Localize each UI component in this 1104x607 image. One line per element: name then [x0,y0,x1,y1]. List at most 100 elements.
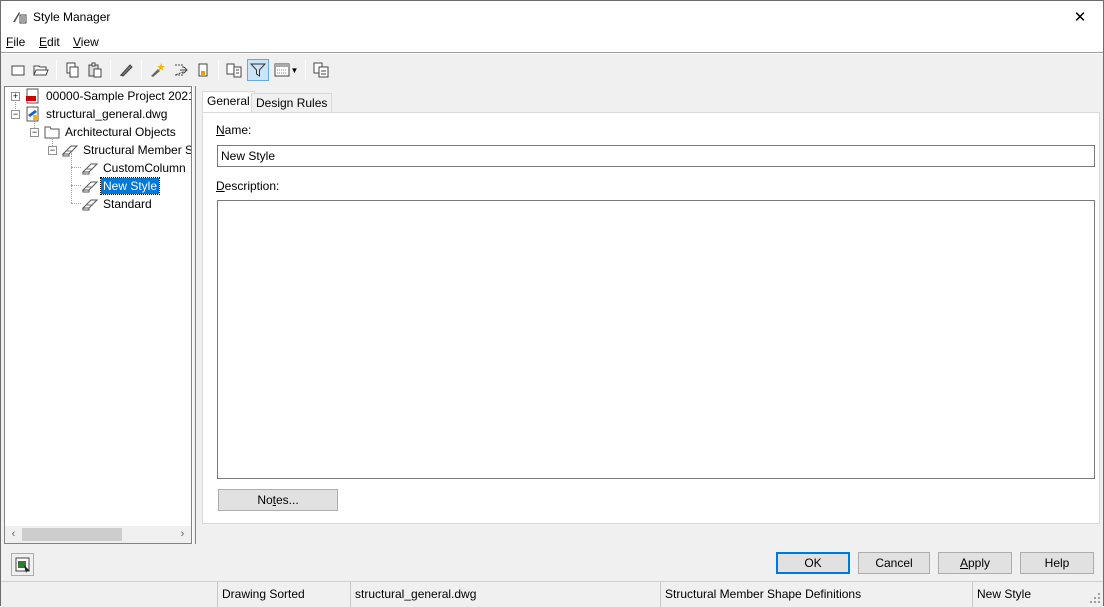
tree-item-label: Standard [103,197,152,211]
help-button[interactable]: Help [1020,552,1094,574]
tree-horizontal-scrollbar[interactable]: ‹ › [5,526,191,543]
tab-label: Design Rules [256,96,328,110]
tree-item-new-style[interactable]: New Style [82,177,161,195]
tree-item-label: New Style [99,177,161,195]
tree-item-drawing[interactable]: − structural_general.dwg [11,105,169,123]
toggle-view-button[interactable] [223,59,245,81]
edit-style-icon [120,64,133,77]
copy-button[interactable] [61,59,83,81]
inline-edit-button[interactable] [310,59,332,81]
tree-item-label: Structural Member Shape Definitions [83,143,191,157]
toggle-view-icon [15,557,30,573]
resize-grip-icon[interactable] [1089,592,1101,604]
view-options-icon [274,63,290,77]
apply-button[interactable]: Apply [938,552,1012,574]
status-drawing-name: structural_general.dwg [350,582,661,607]
tab-design-rules[interactable]: Design Rules [251,93,333,112]
name-field[interactable] [217,145,1095,167]
collapse-icon[interactable]: − [11,109,20,119]
new-style-button[interactable] [146,59,168,81]
tree-item-architectural-objects[interactable]: − Architectural Objects [30,123,178,141]
dialog-button-bar: OK Cancel Apply Help [1,546,1103,579]
view-options-dropdown[interactable]: ▼ [271,59,301,81]
close-icon: ✕ [1073,8,1087,26]
style-manager-app-icon [11,9,27,25]
copy-icon [66,62,79,78]
edit-style-button[interactable] [115,59,137,81]
tab-label: General [207,94,250,108]
close-button[interactable]: ✕ [1057,1,1103,32]
tree-connector [71,153,72,203]
tree-connector [71,167,81,168]
scrollbar-thumb[interactable] [22,528,122,541]
status-style-type: Structural Member Shape Definitions [660,582,972,607]
window-title: Style Manager [33,10,111,24]
scroll-left-icon[interactable]: ‹ [5,527,22,542]
toolbar-separator [305,60,306,80]
collapse-icon[interactable]: − [48,145,57,155]
filter-style-type-icon [250,63,266,77]
tree-item-sample-project[interactable]: + 00000-Sample Project 2021 [11,87,192,105]
set-from-button[interactable] [192,59,214,81]
toolbar: ▼ [1,55,1103,85]
style-manager-window: Style Manager ✕ File Edit View ▼ + 00000… [0,0,1104,607]
menu-file[interactable]: File [6,35,25,49]
notes-button[interactable]: No t es... [218,489,338,511]
structural-member-icon [82,199,98,211]
toolbar-separator [56,60,57,80]
structural-member-icon [82,181,98,193]
style-tree-view[interactable]: + 00000-Sample Project 2021 − structural… [4,86,192,544]
paste-button[interactable] [84,59,106,81]
tree-connector [71,185,81,186]
description-field[interactable] [217,200,1095,479]
toolbar-separator [218,60,219,80]
name-label: Name: [216,123,252,137]
tree-item-standard[interactable]: Standard [82,195,154,213]
status-bar: Drawing Sorted structural_general.dwg St… [1,581,1103,607]
title-bar: Style Manager ✕ [1,1,1103,32]
tree-item-label: 00000-Sample Project 2021 [46,89,192,103]
inline-edit-icon [313,62,329,78]
new-drawing-icon [11,65,25,76]
structural-member-icon [62,145,78,157]
style-properties-panel: General Design Rules Name: Description: … [195,86,1103,544]
open-drawing-button[interactable] [30,59,52,81]
tree-connector [71,203,81,204]
new-style-icon [151,63,165,77]
set-from-icon [198,63,208,77]
menu-divider [1,52,1103,54]
status-sort-mode: Drawing Sorted [217,582,349,607]
drawing-icon [26,106,39,122]
structural-member-icon [82,163,98,175]
purge-styles-button[interactable] [169,59,191,81]
cancel-button[interactable]: Cancel [858,552,930,574]
chevron-down-icon: ▼ [290,65,299,75]
menu-view[interactable]: View [73,35,99,49]
scroll-right-icon[interactable]: › [174,527,191,542]
paste-icon [88,62,102,78]
tree-item-structural-member-shape-definitions[interactable]: − Structural Member Shape Definitions [48,141,191,159]
project-icon [26,88,39,104]
toggle-view-icon [226,63,242,78]
expand-icon[interactable]: + [11,91,20,101]
purge-styles-icon [174,64,188,76]
toolbar-separator [141,60,142,80]
ok-button[interactable]: OK [776,552,850,574]
tree-item-label: CustomColumn [103,161,186,175]
folder-icon [44,126,60,139]
tree-item-customcolumn[interactable]: CustomColumn [82,159,188,177]
tree-item-label: structural_general.dwg [46,107,168,121]
tab-general[interactable]: General [202,91,255,112]
menu-bar: File Edit View [1,32,1103,52]
filter-style-type-button[interactable] [247,59,269,81]
toolbar-separator [110,60,111,80]
description-label: Description: [216,179,280,193]
collapse-icon[interactable]: − [30,127,39,137]
tree-item-label: Architectural Objects [65,125,176,139]
status-style-name: New Style [972,582,1086,607]
new-drawing-button[interactable] [7,59,29,81]
general-tab-page: Name: Description: Notes... [202,112,1100,524]
menu-edit[interactable]: Edit [39,35,60,49]
open-drawing-icon [33,65,49,76]
toggle-drawing-view-button[interactable] [11,553,34,576]
